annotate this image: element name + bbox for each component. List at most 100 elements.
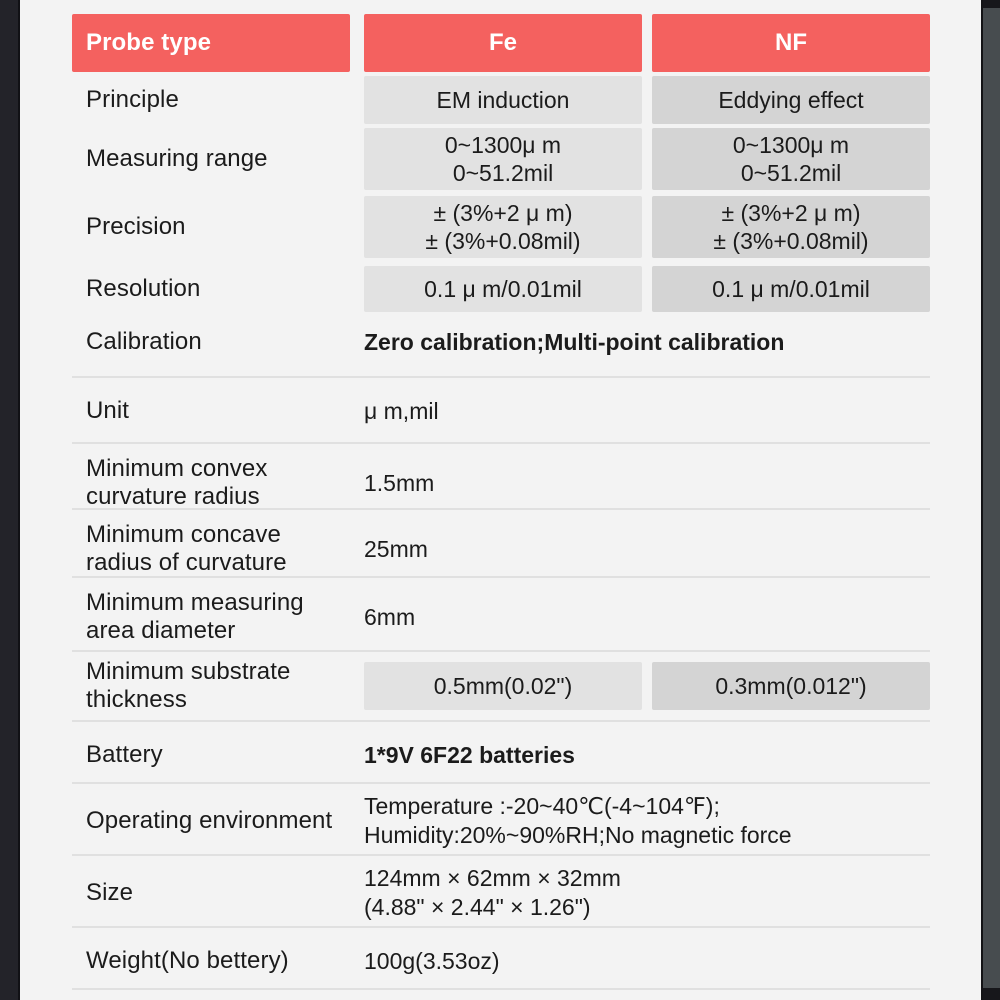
value-cell-nf: Eddying effect [652,76,930,124]
cell-line: 0.3mm(0.012") [715,672,867,699]
table-row: Minimum measuring area diameter 6mm [72,586,930,648]
row-label: Operating environment [86,806,333,834]
value-cell-merged: 6mm [364,586,930,648]
row-label: Minimum measuring area diameter [86,588,304,644]
header-cell-fe: Fe [364,14,642,72]
table-row: Measuring range 0~1300μ m 0~51.2mil 0~1300μ… [72,128,930,190]
row-label-cell: Principle [72,76,350,124]
specification-sheet: Probe type Fe NF Principle EM induction Eddyi… [20,0,981,1000]
row-label-cell: Minimum concave radius of curvature [72,518,350,580]
cell-line: 124mm × 62mm × 32mm [364,865,621,892]
value-cell-merged: 1.5mm [364,452,930,514]
row-label-cell: Unit [72,386,350,436]
table-row: Battery 1*9V 6F22 batteries [72,730,930,780]
header-cell-probe-type: Probe type [72,14,350,72]
table-row: Resolution 0.1 μ m/0.01mil 0.1 μ m/0.01mil [72,266,930,312]
row-label: Size [86,878,134,906]
cell-line: 0~1300μ m [732,131,850,158]
row-label: Minimum concave radius of curvature [86,520,287,576]
cell-line: Eddying effect [718,86,864,113]
cell-line: 25mm [364,535,428,562]
row-label: Unit [86,396,130,424]
table-row: Operating environment Temperature :-20~40… [72,790,930,852]
cell-line: 1.5mm [364,469,435,496]
device-frame-right-edge [981,0,983,1000]
value-cell-fe: EM induction [364,76,642,124]
table-row: Calibration Zero calibration;Multi-point … [72,318,930,366]
value-cell-fe: 0~1300μ m 0~51.2mil [364,128,642,190]
row-label: Weight(No bettery) [86,946,289,974]
value-cell-fe: 0.1 μ m/0.01mil [364,266,642,312]
cell-line: 1*9V 6F22 batteries [364,741,575,768]
value-cell-nf: 0.1 μ m/0.01mil [652,266,930,312]
table-row: Precision ± (3%+2 μ m) ± (3%+0.08mil) ± (3%… [72,196,930,258]
table-header-row: Probe type Fe NF [72,14,930,72]
cell-line: 0.1 μ m/0.01mil [712,275,870,302]
table-row: Principle EM induction Eddying effect [72,76,930,124]
cell-line: NF [775,29,807,57]
value-cell-merged: Temperature :-20~40℃(-4~104℉); Humidity:2… [364,790,930,852]
row-label: Minimum convex curvature radius [86,454,268,510]
value-cell-merged: 124mm × 62mm × 32mm (4.88" × 2.44" × 1.26… [364,862,930,924]
cell-line: ± (3%+2 μ m) [433,199,573,226]
cell-line: ± (3%+2 μ m) [721,199,861,226]
cell-line: ± (3%+0.08mil) [425,228,581,254]
row-label: Principle [86,85,179,113]
value-cell-merged: 1*9V 6F22 batteries [364,730,930,780]
row-label-cell: Operating environment [72,790,350,852]
table-row: Minimum convex curvature radius 1.5mm [72,452,930,514]
row-separator [72,576,930,578]
row-label-cell: Minimum substrate thickness [72,658,350,713]
device-frame-left [0,0,18,1000]
device-frame-right-bottom-cap [983,988,1000,1000]
row-label: Battery [86,740,163,768]
cell-line: (4.88" × 2.44" × 1.26") [364,894,591,920]
header-cell-nf: NF [652,14,930,72]
row-label-cell: Size [72,862,350,924]
row-label: Measuring range [86,144,268,172]
cell-line: ± (3%+0.08mil) [713,228,869,254]
row-label-cell: Resolution [72,266,350,312]
row-label-cell: Battery [72,730,350,780]
row-separator [72,720,930,722]
row-label: Resolution [86,274,201,302]
row-separator [72,650,930,652]
value-cell-merged: μ m,mil [364,386,930,436]
cell-line: EM induction [436,86,570,113]
value-cell-merged: Zero calibration;Multi-point calibration [364,318,930,366]
value-cell-nf: 0.3mm(0.012") [652,662,930,710]
cell-line: Fe [488,29,517,57]
value-cell-fe: 0.5mm(0.02") [364,662,642,710]
value-cell-merged: 100g(3.53oz) [364,936,930,986]
table-row: Weight(No bettery) 100g(3.53oz) [72,936,930,986]
value-cell-fe: ± (3%+2 μ m) ± (3%+0.08mil) [364,196,642,258]
table-row: Minimum substrate thickness 0.5mm(0.02") 0… [72,658,930,713]
row-label-cell: Calibration [72,318,350,366]
row-separator [72,988,930,990]
row-label: Minimum substrate thickness [86,657,291,713]
cell-line: 0~51.2mil [452,160,554,186]
row-label-cell: Measuring range [72,128,350,190]
cell-line: Zero calibration;Multi-point calibration [364,328,785,355]
table-row: Size 124mm × 62mm × 32mm (4.88" × 2.44" × … [72,862,930,924]
value-cell-nf: 0~1300μ m 0~51.2mil [652,128,930,190]
header-label: Probe type [86,28,212,56]
row-separator [72,854,930,856]
row-separator [72,926,930,928]
cell-line: 0~1300μ m [444,131,562,158]
cell-line: 0~51.2mil [740,160,842,186]
table-row: Unit μ m,mil [72,386,930,436]
device-frame-right-top-cap [983,0,1000,8]
cell-line: 0.5mm(0.02") [433,672,573,699]
row-separator [72,376,930,378]
value-cell-merged: 25mm [364,518,930,580]
row-label-cell: Minimum measuring area diameter [72,586,350,648]
cell-line: 0.1 μ m/0.01mil [424,275,582,302]
row-separator [72,782,930,784]
row-label-cell: Minimum convex curvature radius [72,452,350,514]
cell-line: μ m,mil [364,397,439,424]
row-label: Calibration [86,327,202,355]
row-label-cell: Weight(No bettery) [72,936,350,986]
cell-line: Temperature :-20~40℃(-4~104℉); [364,793,720,820]
table-row: Minimum concave radius of curvature 25mm [72,518,930,580]
